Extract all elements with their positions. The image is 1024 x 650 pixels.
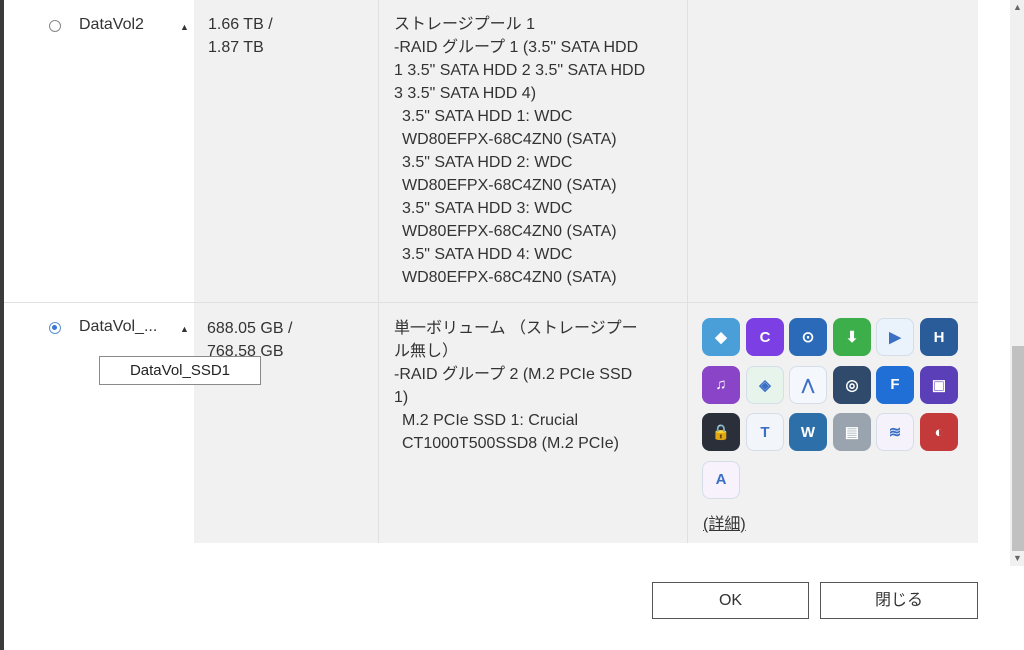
pool-line: WD80EFPX-68C4ZN0 (SATA) — [402, 269, 617, 286]
antenna-app-icon: ⋀ — [789, 365, 827, 404]
music-station-icon: ♫ — [702, 365, 740, 404]
details-link[interactable]: (詳細) — [703, 510, 746, 534]
storage-pool-cell: 単一ボリューム （ストレージプー ル無し） -RAID グループ 2 (M.2 … — [379, 303, 688, 543]
storage-pool-cell: ストレージプール 1 -RAID グループ 1 (3.5" SATA HDD 1… — [379, 0, 688, 302]
pool-line: 3.5" SATA HDD 1: WDC — [402, 108, 573, 125]
pool-line: WD80EFPX-68C4ZN0 (SATA) — [402, 131, 617, 148]
qsync-icon: ▶ — [876, 318, 914, 356]
pool-line: 1 3.5" SATA HDD 2 3.5" SATA HDD — [394, 62, 646, 79]
apps-cell: ◆ C ⊙ ⬇ ▶ H ♫ ◈ ⋀ ◎ F ▣ 🔒 T W ▤ ≋ ◐ A (詳細) — [688, 303, 978, 543]
pool-line: 3.5" SATA HDD 3: WDC — [402, 200, 573, 217]
qumagie-icon: ≋ — [876, 413, 914, 451]
web-app-icon: ▤ — [833, 413, 871, 451]
volume-row: DataVol2 ▲ 1.66 TB / 1.87 TB ストレージプール 1 … — [4, 0, 978, 302]
capacity-total: 1.87 TB — [208, 39, 264, 56]
qsirch-icon: ◎ — [833, 365, 871, 404]
close-button[interactable]: 閉じる — [820, 582, 978, 619]
pool-line: WD80EFPX-68C4ZN0 (SATA) — [402, 223, 617, 240]
virtualization-station-icon: ◈ — [746, 365, 784, 404]
volume-name-cell: DataVol_... ▲ — [4, 303, 194, 543]
ok-button[interactable]: OK — [652, 582, 809, 619]
pool-line: 3.5" SATA HDD 2: WDC — [402, 154, 573, 171]
capacity-cell: 688.05 GB / 768.58 GB — [194, 303, 379, 543]
hybrid-backup-link-icon: ⊙ — [789, 318, 827, 356]
pool-line: 3.5" SATA HDD 4: WDC — [402, 246, 573, 263]
pool-line: M.2 PCIe SSD 1: Crucial — [402, 412, 579, 429]
pool-line: 1) — [394, 389, 409, 406]
pool-line: WD80EFPX-68C4ZN0 (SATA) — [402, 177, 617, 194]
pool-line: CT1000T500SSD8 (M.2 PCIe) — [402, 435, 619, 452]
container-station-icon: ◆ — [702, 318, 740, 356]
volume-name: DataVol2 — [79, 16, 144, 33]
volume-radio[interactable] — [49, 20, 61, 32]
download-station-icon: ⬇ — [833, 318, 871, 356]
pool-line: ル無し） — [394, 343, 459, 360]
wordpress-icon: W — [789, 413, 827, 451]
pool-line: -RAID グループ 2 (M.2 PCIe SSD — [394, 366, 633, 383]
sort-caret-icon[interactable]: ▲ — [180, 324, 189, 334]
malware-remover-icon: ◐ — [920, 413, 958, 451]
hbs-icon: H — [920, 318, 958, 356]
vertical-scrollbar[interactable]: ▲ ▼ — [1010, 0, 1024, 566]
volume-radio-selected[interactable] — [49, 322, 61, 334]
scroll-thumb[interactable] — [1012, 346, 1024, 551]
pool-line: 単一ボリューム （ストレージプー — [394, 320, 638, 337]
volume-name-cell: DataVol2 ▲ — [4, 0, 194, 302]
ai-core-icon: A — [702, 460, 740, 499]
pool-line: -RAID グループ 1 (3.5" SATA HDD — [394, 39, 639, 56]
file-station-icon: F — [876, 365, 914, 404]
cube-app-icon: ▣ — [920, 365, 958, 404]
video-station-icon: C — [746, 318, 784, 356]
pool-line: 3 3.5" SATA HDD 4) — [394, 85, 537, 102]
pool-line: ストレージプール 1 — [394, 16, 536, 33]
apps-cell — [688, 0, 978, 302]
sort-caret-icon[interactable]: ▲ — [180, 22, 189, 32]
scroll-down-icon[interactable]: ▼ — [1013, 553, 1022, 563]
capacity-cell: 1.66 TB / 1.87 TB — [194, 0, 379, 302]
volume-name: DataVol_... — [79, 318, 158, 335]
scroll-up-icon[interactable]: ▲ — [1013, 2, 1022, 12]
capacity-used: 688.05 GB / — [207, 320, 293, 337]
volume-name-tooltip: DataVol_SSD1 — [99, 356, 261, 385]
qvpn-icon: 🔒 — [702, 413, 740, 451]
volume-row: DataVol_... ▲ 688.05 GB / 768.58 GB 単一ボリ… — [4, 302, 978, 543]
text-editor-icon: T — [746, 413, 784, 451]
volume-dialog: DataVol2 ▲ 1.66 TB / 1.87 TB ストレージプール 1 … — [4, 0, 1024, 650]
capacity-used: 1.66 TB / — [208, 16, 273, 33]
